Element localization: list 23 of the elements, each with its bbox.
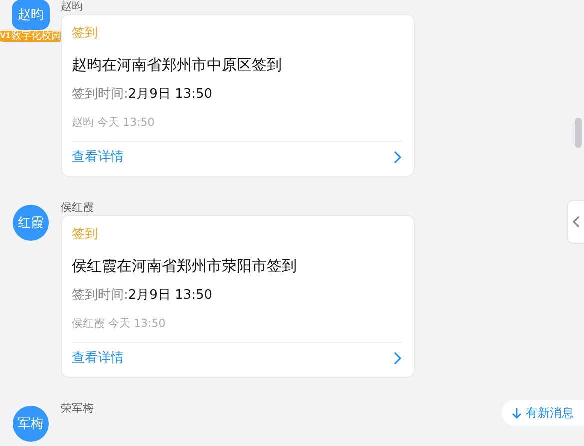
card-tag: 签到	[72, 25, 402, 43]
user-avatar[interactable]: 军梅	[13, 406, 49, 442]
user-avatar[interactable]: 赵昀	[12, 0, 50, 30]
card-meta: 侯红霞 今天 13:50	[72, 316, 167, 332]
side-panel-toggle[interactable]	[567, 200, 584, 244]
card-meta: 赵昀 今天 13:50	[72, 115, 156, 131]
details-link[interactable]: 查看详情	[72, 349, 124, 367]
user-avatar[interactable]: 红霞	[13, 205, 49, 241]
sender-name: 赵昀	[61, 0, 84, 14]
card-title: 赵昀在河南省郑州市中原区签到	[72, 55, 283, 75]
scrollbar-thumb[interactable]	[575, 118, 582, 148]
card-tag: 签到	[72, 226, 402, 244]
checkin-time: 签到时间:2月9日 13:50	[72, 287, 214, 305]
chevron-left-icon	[572, 216, 580, 228]
sender-name: 侯红霞	[61, 201, 95, 215]
card-title: 侯红霞在河南省郑州市荥阳市签到	[72, 256, 298, 276]
sender-name: 荣军梅	[61, 402, 94, 416]
chevron-right-icon[interactable]	[394, 352, 402, 364]
new-message-button[interactable]: 有新消息	[502, 400, 584, 426]
details-link[interactable]: 查看详情	[72, 148, 124, 166]
checkin-time: 签到时间:2月9日 13:50	[72, 86, 214, 104]
chevron-right-icon[interactable]	[394, 150, 402, 164]
arrow-down-icon	[512, 407, 522, 419]
